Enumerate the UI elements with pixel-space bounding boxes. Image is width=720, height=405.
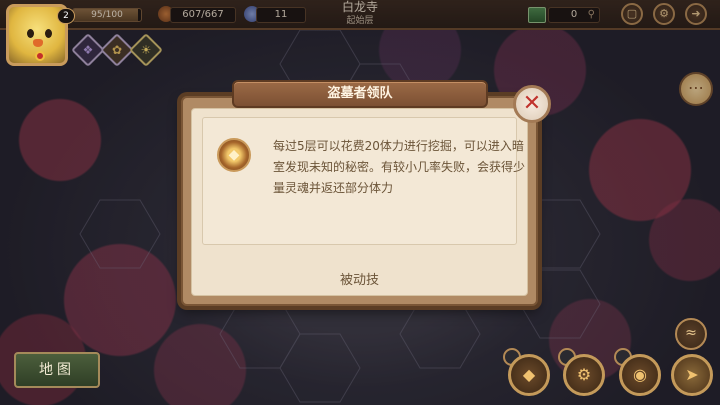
avatar-eye-right [45,29,52,38]
skill-button-1[interactable]: ◆ [508,354,550,396]
skill-description: 每过5层可以花费20体力进行挖掘，可以进入暗室发现未知的秘密。有较小几率失败，会… [273,139,526,195]
skill-dialog: ◆ 每过5层可以花费20体力进行挖掘，可以进入暗室发现未知的秘密。有较小几率失败… [181,96,538,306]
dialog-title: 盗墓者领队 [232,80,488,108]
avatar-gem [35,51,45,61]
ring-icon: ◉ [633,365,647,384]
skill-content-box: ◆ 每过5层可以花费20体力进行挖掘，可以进入暗室发现未知的秘密。有较小几率失败… [202,117,525,245]
skill-button-3[interactable]: ◉ [619,354,661,396]
avatar-beak [33,39,43,47]
skill-type-label: 被动技 [339,273,379,288]
shield-emblem-icon: ◆ [217,138,251,172]
map-button[interactable]: 地图 [14,352,100,388]
map-scroll-button[interactable]: ≈ [675,318,707,350]
skill-button-2[interactable]: ⚙ [563,354,605,396]
close-button[interactable]: ✕ [513,85,551,123]
avatar-eye-left [27,29,34,38]
potion-icon: ⚙ [576,365,592,384]
scroll-icon: ≈ [685,325,697,341]
skill-button-4[interactable]: ➤ [671,354,713,396]
close-icon: ✕ [522,91,542,116]
boot-icon: ➤ [685,365,699,384]
dialog-body: ◆ 每过5层可以花费20体力进行挖掘，可以进入暗室发现未知的秘密。有较小几率失败… [191,108,528,296]
shield-emblem-icon: ◆ [522,365,536,384]
player-level-badge: 2 [57,8,75,24]
